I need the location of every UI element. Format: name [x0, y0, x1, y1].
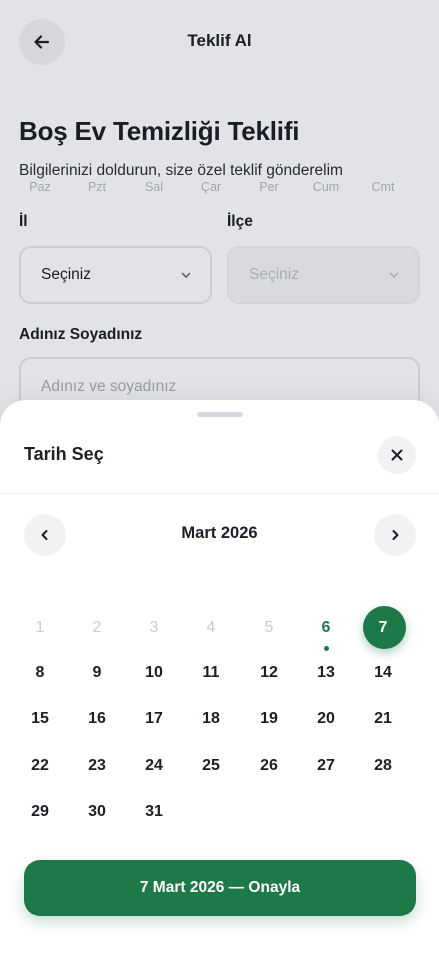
calendar-day[interactable]: 31 — [131, 792, 177, 832]
calendar-day-disabled: 3 — [149, 619, 159, 636]
calendar-day[interactable]: 27 — [303, 746, 349, 786]
calendar-day[interactable]: 24 — [131, 746, 177, 786]
calendar-day-today[interactable]: 6 — [303, 608, 349, 651]
calendar-day[interactable]: 10 — [131, 653, 177, 693]
chevron-right-icon — [392, 530, 399, 540]
calendar-day[interactable]: 15 — [17, 699, 63, 739]
calendar-day[interactable]: 12 — [246, 653, 292, 693]
sheet-drag-handle[interactable] — [197, 412, 243, 417]
weekday-label: Sal — [144, 180, 164, 194]
calendar-day[interactable]: 26 — [246, 746, 292, 786]
calendar-day[interactable]: 18 — [188, 699, 234, 739]
calendar-day[interactable]: 23 — [74, 746, 120, 786]
weekday-label: Çar — [200, 180, 222, 194]
calendar-day[interactable]: 19 — [246, 699, 292, 739]
calendar-day-disabled: 4 — [206, 619, 216, 636]
calendar-day[interactable]: 25 — [188, 746, 234, 786]
calendar-day[interactable]: 20 — [303, 699, 349, 739]
calendar-day-disabled: 1 — [35, 619, 45, 636]
calendar-day[interactable]: 17 — [131, 699, 177, 739]
calendar-day[interactable]: 30 — [74, 792, 120, 832]
calendar-day-disabled: 2 — [92, 619, 102, 636]
weekday-label: Pzt — [87, 180, 107, 194]
calendar-day[interactable]: 11 — [188, 653, 234, 693]
today-indicator-dot — [324, 646, 329, 651]
calendar-day[interactable]: 22 — [17, 746, 63, 786]
calendar-day[interactable]: 9 — [74, 653, 120, 693]
calendar-day[interactable]: 21 — [360, 699, 406, 739]
calendar-day[interactable]: 8 — [17, 653, 63, 693]
weekday-label: Cum — [312, 180, 340, 194]
sheet-divider — [0, 493, 439, 494]
weekday-label: Paz — [29, 180, 51, 194]
sheet-title: Tarih Seç — [24, 444, 104, 464]
calendar-day[interactable]: 16 — [74, 699, 120, 739]
close-button[interactable] — [378, 436, 416, 474]
calendar-day-disabled: 5 — [264, 619, 274, 636]
calendar-day[interactable]: 14 — [360, 653, 406, 693]
calendar-day[interactable]: 13 — [303, 653, 349, 693]
weekday-label: Per — [259, 180, 279, 194]
close-icon — [391, 449, 403, 461]
next-month-button[interactable] — [374, 514, 416, 556]
calendar-day[interactable]: 28 — [360, 746, 406, 786]
confirm-date-button[interactable]: 7 Mart 2026 — Onayla — [24, 860, 416, 916]
calendar-day-selected[interactable]: 7 — [360, 608, 406, 648]
weekday-label: Cmt — [371, 180, 395, 194]
calendar-day[interactable]: 29 — [17, 792, 63, 832]
